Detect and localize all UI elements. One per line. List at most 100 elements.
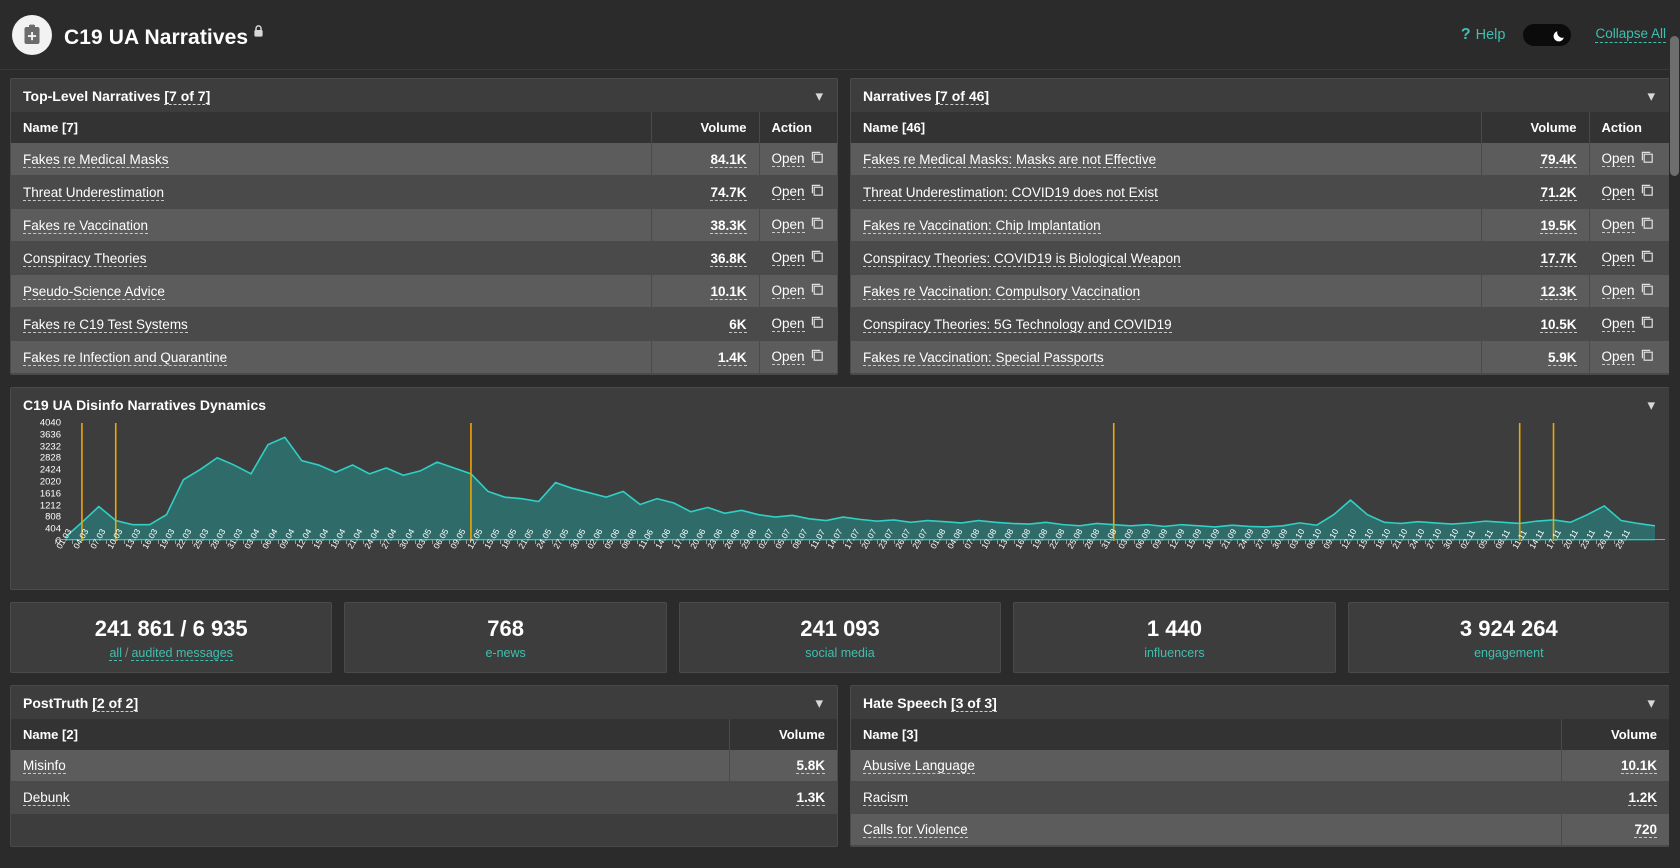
chevron-down-icon[interactable]: ▾ xyxy=(1645,398,1657,413)
collapse-all-button[interactable]: Collapse All xyxy=(1595,26,1666,43)
narrative-link[interactable]: Fakes re Vaccination xyxy=(23,217,149,234)
narrative-link[interactable]: Fakes re Medical Masks xyxy=(23,151,169,168)
narrative-link[interactable]: Fakes re Vaccination: Compulsory Vaccina… xyxy=(863,283,1141,300)
hate-speech-link[interactable]: Calls for Violence xyxy=(863,822,968,839)
top-level-narratives-count[interactable]: [7 of 7] xyxy=(164,88,211,105)
volume-link[interactable]: 5.9K xyxy=(1547,349,1577,366)
post-truth-link[interactable]: Misinfo xyxy=(23,758,66,775)
narrative-link[interactable]: Fakes re Infection and Quarantine xyxy=(23,349,228,366)
stat-link-all[interactable]: all xyxy=(109,646,122,662)
open-link[interactable]: Open xyxy=(1601,250,1635,266)
copy-icon[interactable] xyxy=(811,217,824,233)
volume-link[interactable]: 84.1K xyxy=(710,151,747,168)
table-row[interactable]: Fakes re Vaccination: Special Passports 5… xyxy=(851,340,1669,374)
table-row[interactable]: Threat Underestimation 74.7K Open xyxy=(11,175,837,209)
table-row[interactable]: Conspiracy Theories: 5G Technology and C… xyxy=(851,307,1669,341)
narrative-link[interactable]: Fakes re Vaccination: Chip Implantation xyxy=(863,217,1101,234)
volume-link[interactable]: 12.3K xyxy=(1540,283,1577,300)
volume-link[interactable]: 10.1K xyxy=(1620,758,1657,775)
volume-link[interactable]: 71.2K xyxy=(1540,184,1577,201)
table-row[interactable]: Abusive Language 10.1K xyxy=(851,750,1669,783)
column-header-volume[interactable]: Volume xyxy=(1481,112,1590,143)
column-header-volume[interactable]: Volume xyxy=(651,112,760,143)
copy-icon[interactable] xyxy=(811,316,824,332)
column-header-name[interactable]: Name [3] xyxy=(851,719,1562,751)
chevron-down-icon[interactable]: ▾ xyxy=(813,696,825,711)
hate-speech-link[interactable]: Abusive Language xyxy=(863,758,975,775)
copy-icon[interactable] xyxy=(1641,217,1654,233)
copy-icon[interactable] xyxy=(811,184,824,200)
narrative-link[interactable]: Conspiracy Theories xyxy=(23,250,147,267)
narrative-link[interactable]: Threat Underestimation: COVID19 does not… xyxy=(863,184,1158,201)
table-row[interactable]: Calls for Violence 720 xyxy=(851,813,1669,847)
table-row[interactable]: Conspiracy Theories 36.8K Open xyxy=(11,241,837,275)
copy-icon[interactable] xyxy=(1641,184,1654,200)
open-link[interactable]: Open xyxy=(1601,349,1635,365)
narrative-link[interactable]: Conspiracy Theories: COVID19 is Biologic… xyxy=(863,250,1181,267)
scrollbar-thumb[interactable] xyxy=(1670,36,1679,176)
narrative-link[interactable]: Fakes re Vaccination: Special Passports xyxy=(863,349,1104,366)
copy-icon[interactable] xyxy=(1641,250,1654,266)
table-row[interactable]: Fakes re Infection and Quarantine 1.4K Ope… xyxy=(11,340,837,374)
volume-link[interactable]: 10.1K xyxy=(710,283,747,300)
volume-link[interactable]: 1.2K xyxy=(1628,790,1657,807)
open-link[interactable]: Open xyxy=(1601,316,1635,332)
table-row[interactable]: Conspiracy Theories: COVID19 is Biologic… xyxy=(851,241,1669,275)
open-link[interactable]: Open xyxy=(771,184,805,200)
volume-link[interactable]: 6K xyxy=(729,316,747,333)
table-row[interactable]: Fakes re Vaccination: Compulsory Vaccina… xyxy=(851,274,1669,308)
post-truth-count[interactable]: [2 of 2] xyxy=(92,695,139,713)
open-link[interactable]: Open xyxy=(771,349,805,365)
column-header-volume[interactable]: Volume xyxy=(729,719,837,751)
narrative-link[interactable]: Threat Underestimation xyxy=(23,184,165,201)
narrative-link[interactable]: Fakes re Medical Masks: Masks are not Ef… xyxy=(863,151,1157,168)
open-link[interactable]: Open xyxy=(771,217,805,233)
narrative-link[interactable]: Conspiracy Theories: 5G Technology and C… xyxy=(863,316,1172,333)
table-row[interactable]: Debunk 1.3K xyxy=(11,781,837,815)
volume-link[interactable]: 38.3K xyxy=(710,217,747,234)
table-row[interactable]: Fakes re C19 Test Systems 6K Open xyxy=(11,307,837,341)
copy-icon[interactable] xyxy=(811,349,824,365)
open-link[interactable]: Open xyxy=(1601,217,1635,233)
open-link[interactable]: Open xyxy=(1601,283,1635,299)
post-truth-link[interactable]: Debunk xyxy=(23,790,70,807)
column-header-volume[interactable]: Volume xyxy=(1561,719,1669,751)
volume-link[interactable]: 19.5K xyxy=(1540,217,1577,234)
volume-link[interactable]: 1.4K xyxy=(717,349,747,366)
chevron-down-icon[interactable]: ▾ xyxy=(813,89,825,104)
copy-icon[interactable] xyxy=(1641,151,1654,167)
volume-link[interactable]: 1.3K xyxy=(796,790,825,807)
copy-icon[interactable] xyxy=(1641,316,1654,332)
table-row[interactable]: Fakes re Vaccination: Chip Implantation 1… xyxy=(851,208,1669,242)
open-link[interactable]: Open xyxy=(771,283,805,299)
open-link[interactable]: Open xyxy=(771,316,805,332)
hate-speech-link[interactable]: Racism xyxy=(863,790,909,807)
hate-speech-count[interactable]: [3 of 3] xyxy=(950,695,997,713)
open-link[interactable]: Open xyxy=(771,151,805,167)
volume-link[interactable]: 720 xyxy=(1634,822,1657,839)
table-row[interactable]: Fakes re Medical Masks: Masks are not Ef… xyxy=(851,143,1669,176)
copy-icon[interactable] xyxy=(1641,283,1654,299)
table-row[interactable]: Fakes re Medical Masks 84.1K Open xyxy=(11,143,837,176)
table-row[interactable]: Pseudo-Science Advice 10.1K Open xyxy=(11,274,837,308)
open-link[interactable]: Open xyxy=(1601,184,1635,200)
table-row[interactable]: Fakes re Vaccination 38.3K Open xyxy=(11,208,837,242)
column-header-name[interactable]: Name [7] xyxy=(11,112,652,143)
table-row[interactable]: Racism 1.2K xyxy=(851,781,1669,815)
narrative-link[interactable]: Pseudo-Science Advice xyxy=(23,283,165,300)
volume-link[interactable]: 17.7K xyxy=(1540,250,1577,267)
chevron-down-icon[interactable]: ▾ xyxy=(1645,89,1657,104)
narrative-link[interactable]: Fakes re C19 Test Systems xyxy=(23,316,188,333)
table-row[interactable]: Misinfo 5.8K xyxy=(11,750,837,783)
copy-icon[interactable] xyxy=(811,151,824,167)
volume-link[interactable]: 74.7K xyxy=(710,184,747,201)
open-link[interactable]: Open xyxy=(771,250,805,266)
column-header-name[interactable]: Name [2] xyxy=(11,719,730,751)
table-row[interactable]: Threat Underestimation: COVID19 does not… xyxy=(851,175,1669,209)
volume-link[interactable]: 79.4K xyxy=(1540,151,1577,168)
help-button[interactable]: ? Help xyxy=(1461,26,1506,44)
volume-link[interactable]: 36.8K xyxy=(710,250,747,267)
copy-icon[interactable] xyxy=(811,283,824,299)
theme-toggle[interactable] xyxy=(1523,23,1572,46)
chevron-down-icon[interactable]: ▾ xyxy=(1645,696,1657,711)
